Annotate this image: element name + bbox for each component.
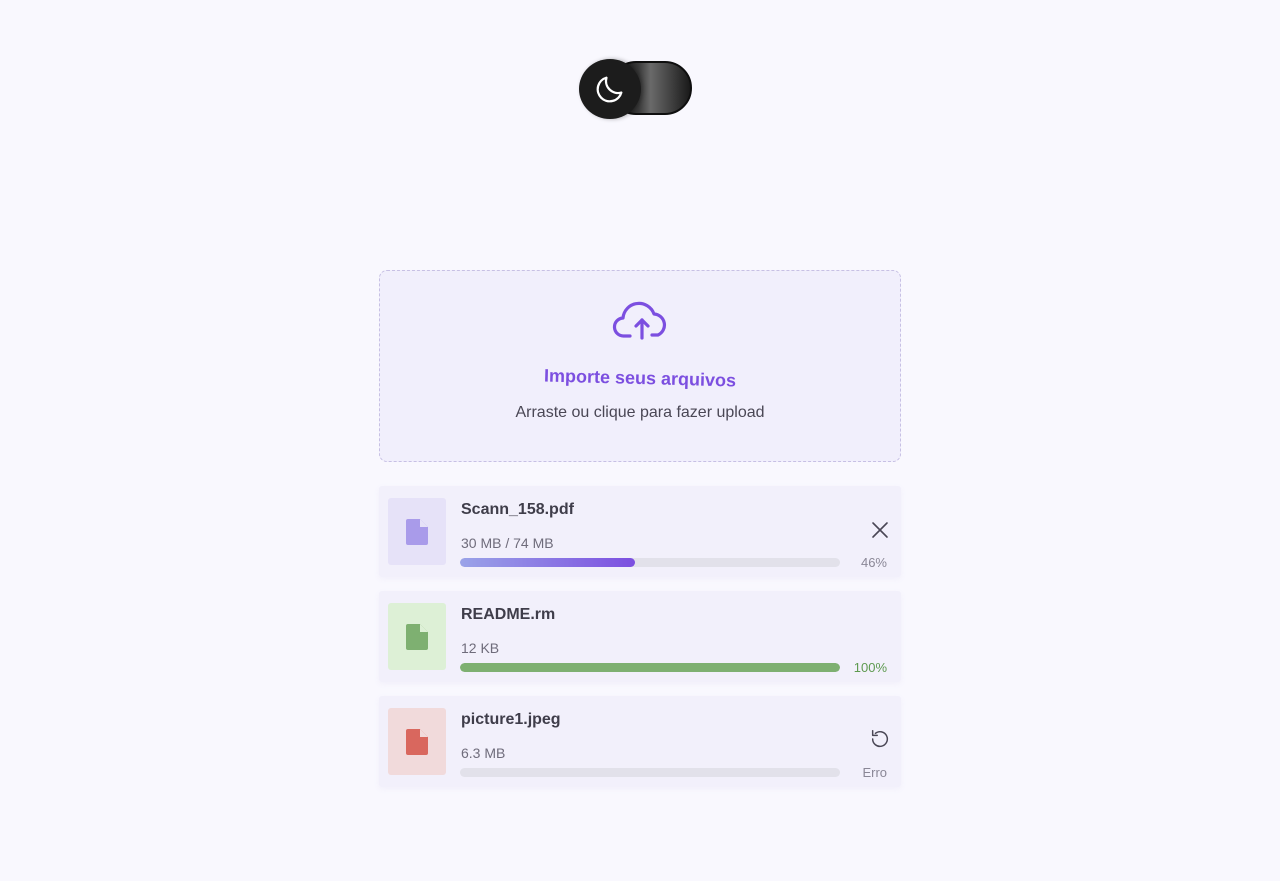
file-name: Scann_158.pdf: [461, 501, 574, 518]
progress-label: 46%: [860, 555, 887, 570]
progress-label: 100%: [853, 660, 887, 675]
file-icon: [406, 728, 428, 755]
file-item: Scann_158.pdf 30 MB / 74 MB 46%: [379, 486, 901, 577]
page: Importe seus arquivos Arraste ou clique …: [0, 0, 1280, 881]
file-size: 6.3 MB: [461, 745, 506, 761]
file-size: 12 KB: [461, 640, 500, 656]
moon-icon: [596, 76, 623, 103]
retry-icon: [871, 730, 888, 748]
progress-fill: [460, 663, 840, 672]
file-thumbnail: [388, 708, 446, 775]
file-icon: [406, 518, 428, 545]
cloud-upload-icon: [612, 301, 667, 340]
theme-toggle[interactable]: [579, 59, 692, 119]
file-item: picture1.jpeg 6.3 MB Erro: [379, 696, 901, 787]
file-thumbnail: [388, 498, 446, 565]
close-icon: [872, 522, 888, 538]
file-size: 30 MB / 74 MB: [461, 535, 554, 551]
toggle-knob: [579, 59, 641, 119]
cancel-upload-button[interactable]: [867, 517, 893, 543]
file-icon: [406, 623, 428, 650]
upload-subtitle: Arraste ou clique para fazer upload: [515, 404, 765, 421]
file-name: picture1.jpeg: [461, 711, 561, 728]
progress-label: Erro: [862, 765, 887, 780]
progress-bar: [460, 768, 840, 777]
progress-bar: [460, 663, 840, 672]
progress-fill: [460, 558, 635, 567]
file-item: README.rm 12 KB 100%: [379, 591, 901, 682]
file-name: README.rm: [461, 606, 556, 623]
retry-upload-button[interactable]: [867, 726, 893, 752]
progress-bar: [460, 558, 840, 567]
file-thumbnail: [388, 603, 446, 670]
